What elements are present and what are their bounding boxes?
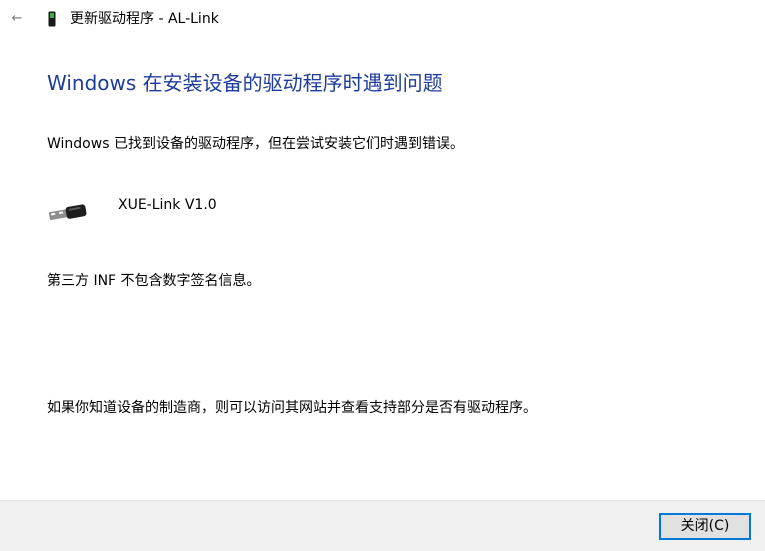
dialog-footer: 关闭(C): [0, 500, 765, 551]
device-icon: [48, 11, 56, 27]
usb-connector-icon: [48, 204, 87, 221]
back-arrow-icon[interactable]: ←: [8, 10, 26, 28]
found-driver-message: Windows 已找到设备的驱动程序，但在尝试安装它们时遇到错误。: [47, 136, 464, 152]
page-heading: Windows 在安装设备的驱动程序时遇到问题: [47, 71, 443, 95]
close-button[interactable]: 关闭(C): [659, 513, 751, 540]
driver-update-window: ← 更新驱动程序 - AL-Link Windows 在安装设备的驱动程序时遇到…: [0, 0, 765, 551]
error-detail: 第三方 INF 不包含数字签名信息。: [47, 273, 261, 289]
title-bar: ← 更新驱动程序 - AL-Link: [0, 0, 765, 38]
window-title: 更新驱动程序 - AL-Link: [70, 11, 219, 27]
manufacturer-advice: 如果你知道设备的制造商，则可以访问其网站并查看支持部分是否有驱动程序。: [47, 400, 537, 416]
device-name: XUE-Link V1.0: [118, 197, 217, 213]
